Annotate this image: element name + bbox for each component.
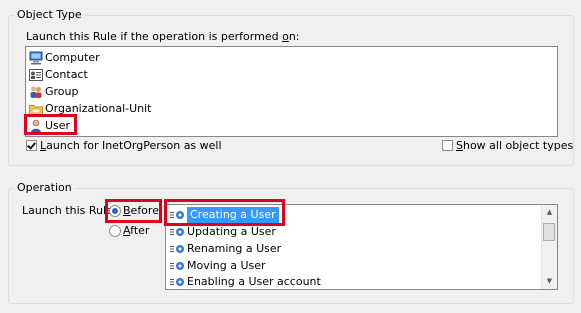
list-item-contact[interactable]: Contact [29, 66, 88, 83]
computer-icon [29, 51, 43, 64]
gear-icon [170, 228, 184, 236]
inetorgperson-checkbox[interactable] [26, 140, 37, 151]
object-type-title: Object Type [14, 8, 85, 22]
op-item-enabling[interactable]: Enabling a User account [170, 274, 321, 290]
list-item-group[interactable]: Group [29, 83, 79, 100]
contact-icon [29, 68, 43, 81]
scroll-up-icon[interactable]: ▲ [542, 205, 557, 220]
op-item-moving[interactable]: Moving a User [170, 258, 266, 274]
launch-rule-prompt: Launch this Rule if the operation is per… [26, 30, 300, 43]
operation-list-scrollbar[interactable]: ▲ ▼ [541, 205, 557, 289]
launch-rule-label: Launch this Rule [22, 204, 113, 217]
creating-user-highlight-box [164, 199, 285, 226]
op-item-renaming[interactable]: Renaming a User [170, 241, 281, 257]
scroll-down-icon[interactable]: ▼ [542, 274, 557, 289]
show-all-label[interactable]: Show all object types [456, 139, 573, 153]
gear-icon [170, 245, 184, 253]
operation-title: Operation [14, 181, 75, 195]
object-type-list[interactable]: Computer Contact Group Organizational-Un… [25, 46, 558, 137]
after-label[interactable]: After [123, 224, 149, 238]
gear-icon [170, 262, 184, 270]
gear-icon [170, 278, 184, 286]
user-highlight-box [24, 114, 77, 135]
op-item-updating[interactable]: Updating a User [170, 224, 276, 240]
list-item-computer[interactable]: Computer [29, 49, 100, 66]
inetorgperson-label[interactable]: Launch for InetOrgPerson as well [40, 139, 222, 153]
scroll-thumb[interactable] [543, 223, 555, 241]
after-radio[interactable] [109, 225, 121, 237]
before-highlight-box [105, 199, 162, 223]
show-all-checkbox[interactable] [442, 140, 453, 151]
group-icon [30, 86, 42, 98]
